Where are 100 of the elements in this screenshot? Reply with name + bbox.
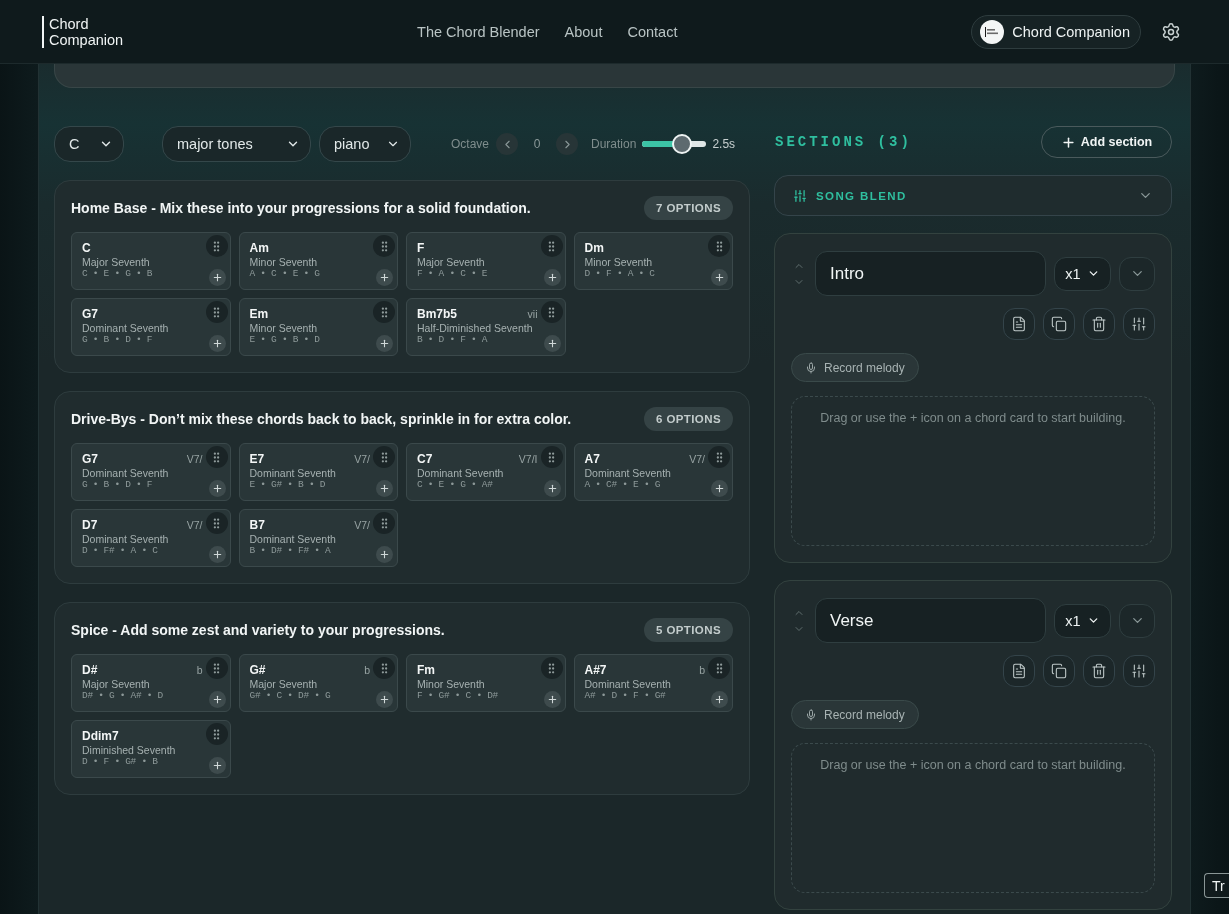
mixer-button[interactable] [1123,655,1155,687]
chord-numeral: V7/ [354,518,370,533]
drag-handle[interactable] [373,512,395,534]
plus-icon [211,483,223,494]
drag-handle[interactable] [540,446,563,468]
delete-button[interactable] [1083,308,1115,340]
add-chord-button[interactable] [376,691,393,708]
instrument-select[interactable]: piano [319,126,411,162]
chord-notes: D • F • G# • B [82,756,158,768]
add-chord-button[interactable] [711,480,728,497]
drag-handle[interactable] [205,301,228,323]
drag-handle[interactable] [708,446,730,468]
chord-numeral: V7/ [689,452,705,467]
drag-handle[interactable] [205,446,228,468]
chord-name: A#7 [584,663,607,678]
add-chord-button[interactable] [208,757,226,774]
add-chord-button[interactable] [208,546,226,563]
drag-handle[interactable] [373,235,395,257]
settings-icon[interactable] [1161,21,1181,42]
song-blend-toggle[interactable]: SONG BLEND [774,175,1172,216]
add-chord-button[interactable] [208,335,226,352]
octave-up-button[interactable] [556,133,578,155]
sliders-icon [1131,316,1147,332]
add-chord-button[interactable] [543,335,561,352]
plus-icon [546,272,558,283]
chord-notes: E • G# • B • D [249,479,326,491]
logo[interactable]: Chord Companion [42,15,124,48]
duplicate-button[interactable] [1043,308,1075,340]
record-melody-button[interactable]: Record melody [791,700,919,729]
notes-button[interactable] [1003,308,1035,340]
drag-handle[interactable] [373,657,395,679]
add-chord-button[interactable] [543,269,561,286]
chord-notes: B • D • F • A [417,334,488,346]
chord-notes: C • E • G • B [82,268,153,280]
add-chord-button[interactable] [711,269,728,286]
add-chord-button[interactable] [376,269,393,286]
scale-select[interactable]: major tones [162,126,311,162]
add-chord-button[interactable] [543,480,561,497]
chord-notes: G • B • D • F [82,479,153,491]
floating-button[interactable]: Tr [1204,873,1229,898]
drag-handle[interactable] [540,235,563,257]
section-name-input[interactable]: Intro [815,251,1046,296]
add-chord-button[interactable] [376,335,393,352]
add-chord-button[interactable] [208,480,226,497]
drag-handle[interactable] [205,512,228,534]
chord-name: A7 [584,452,600,467]
repeat-select[interactable]: x1 [1054,603,1111,638]
chord-drop-zone[interactable]: Drag or use the + icon on a chord card to start building. [791,396,1155,546]
chord-name: G7 [82,452,98,467]
section-name-input[interactable]: Verse [815,598,1046,643]
nav-link[interactable]: About [564,23,603,40]
chord-quality: Half-Diminished Seventh [417,322,533,334]
chord-numeral: V7/ [186,518,203,533]
add-chord-button[interactable] [376,546,393,563]
chord-drop-zone[interactable]: Drag or use the + icon on a chord card to start building. [791,743,1155,893]
nav-link[interactable]: Contact [627,23,678,40]
add-chord-button[interactable] [376,480,393,497]
mixer-button[interactable] [1123,308,1155,340]
add-chord-button[interactable] [208,691,226,708]
chord-notes: A • C • E • G [249,268,320,280]
drag-handle[interactable] [373,301,395,323]
record-melody-button[interactable]: Record melody [791,353,919,382]
chord-quality: Minor Seventh [584,256,653,268]
chord-name: Am [249,241,269,256]
drag-handle[interactable] [540,657,563,679]
drag-handle[interactable] [205,657,228,679]
octave-label: Octave [451,137,489,151]
options-count: 6 OPTIONS [644,407,733,431]
chord-name: Bm7b5 [417,307,457,322]
chord-name: E7 [249,452,265,467]
chord-quality: Dominant Seventh [82,533,169,545]
add-chord-button[interactable] [711,691,728,708]
octave-down-button[interactable] [496,133,518,155]
slider-thumb[interactable] [672,134,693,154]
microphone-icon [805,708,817,721]
chord-quality: Dominant Seventh [249,467,336,479]
drag-handle[interactable] [540,301,563,323]
add-chord-button[interactable] [208,269,226,286]
drag-handle[interactable] [708,235,730,257]
drag-handle[interactable] [205,723,228,745]
chord-notes: B • D# • F# • A [249,545,331,557]
duration-label: Duration [591,137,637,151]
notes-button[interactable] [1003,655,1035,687]
duplicate-button[interactable] [1043,655,1075,687]
plus-icon [714,694,725,705]
nav-link[interactable]: The Chord Blender [417,23,540,40]
drag-handle[interactable] [373,446,395,468]
add-chord-button[interactable] [543,691,561,708]
delete-button[interactable] [1083,655,1115,687]
plus-icon [379,483,390,494]
drag-handle[interactable] [708,657,730,679]
account-button[interactable]: Chord Companion [971,14,1141,49]
group-title: Drive-Bys - Don’t mix these chords back to back, sprinkle in for extra color. [71,411,572,427]
chord-notes: D# • G • A# • D [82,690,163,702]
chord-name: F [417,241,425,256]
chord-name: Dm [584,241,604,256]
drag-handle[interactable] [205,235,228,257]
key-select[interactable]: C [54,126,124,162]
chord-quality: Dominant Seventh [249,533,336,545]
repeat-select[interactable]: x1 [1054,256,1111,291]
